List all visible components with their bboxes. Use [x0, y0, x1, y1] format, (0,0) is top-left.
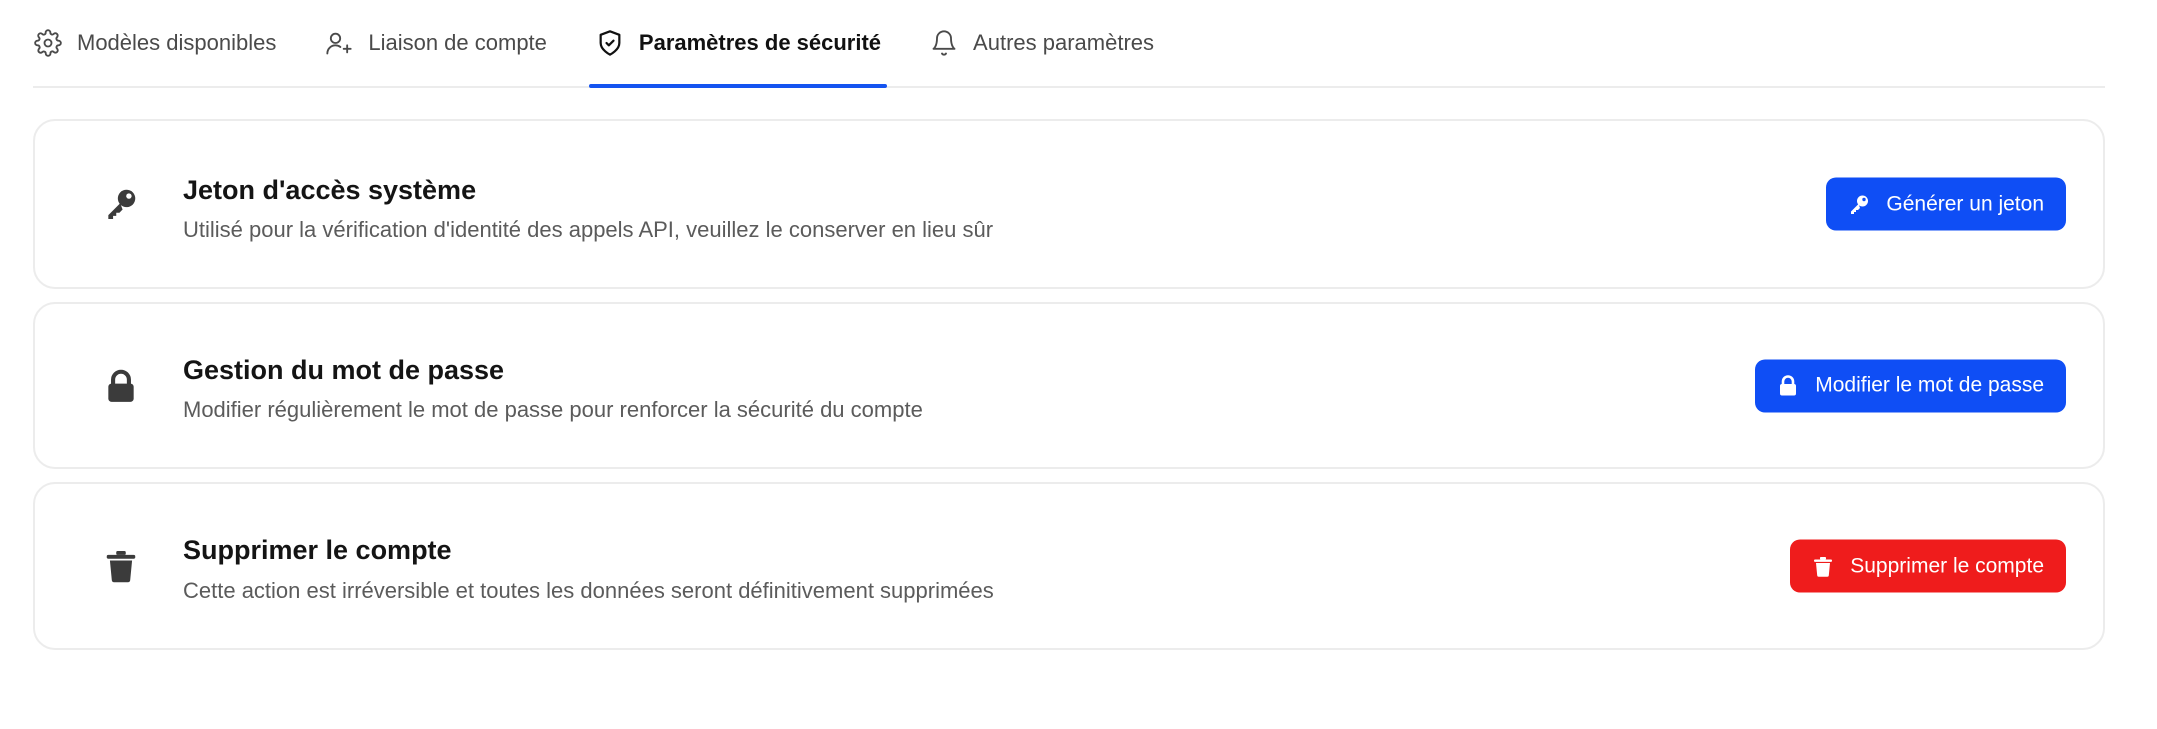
- button-label: Modifier le mot de passe: [1815, 373, 2044, 397]
- lock-icon: [93, 358, 149, 414]
- tab-other-settings[interactable]: Autres paramètres: [929, 0, 1154, 86]
- shield-check-icon: [595, 28, 625, 58]
- button-label: Supprimer le compte: [1850, 554, 2044, 577]
- button-label: Générer un jeton: [1886, 192, 2044, 215]
- tab-available-models[interactable]: Modèles disponibles: [33, 0, 276, 86]
- password-management-card: Gestion du mot de passe Modifier réguliè…: [33, 302, 2105, 469]
- gear-icon: [33, 28, 63, 58]
- trash-icon: [1810, 553, 1836, 579]
- change-password-button[interactable]: Modifier le mot de passe: [1755, 359, 2066, 412]
- trash-icon: [93, 538, 149, 594]
- tab-security-settings[interactable]: Paramètres de sécurité: [588, 0, 888, 88]
- tab-label: Modèles disponibles: [77, 30, 277, 55]
- card-description: Modifier régulièrement le mot de passe p…: [183, 397, 923, 422]
- key-icon: [1846, 191, 1872, 217]
- tab-label: Liaison de compte: [368, 30, 547, 55]
- user-plus-icon: [324, 28, 354, 58]
- delete-account-button[interactable]: Supprimer le compte: [1790, 539, 2066, 593]
- settings-tabs: Modèles disponibles Liaison de compte Pa…: [33, 0, 2105, 88]
- system-token-card: Jeton d'accès système Utilisé pour la vé…: [33, 119, 2105, 289]
- delete-account-card: Supprimer le compte Cette action est irr…: [33, 482, 2105, 650]
- lock-icon: [1775, 373, 1801, 399]
- bell-icon: [929, 28, 959, 58]
- card-title: Gestion du mot de passe: [183, 355, 505, 385]
- card-title: Supprimer le compte: [183, 535, 452, 565]
- card-description: Utilisé pour la vérification d'identité …: [183, 217, 994, 242]
- tab-label: Paramètres de sécurité: [638, 30, 882, 55]
- tab-account-linking[interactable]: Liaison de compte: [324, 0, 547, 86]
- card-description: Cette action est irréversible et toutes …: [183, 578, 994, 603]
- key-icon: [93, 176, 149, 232]
- tab-label: Autres paramètres: [973, 30, 1155, 55]
- security-settings-page: Modèles disponibles Liaison de compte Pa…: [0, 0, 2157, 729]
- generate-token-button[interactable]: Générer un jeton: [1826, 177, 2066, 231]
- card-title: Jeton d'accès système: [183, 175, 477, 205]
